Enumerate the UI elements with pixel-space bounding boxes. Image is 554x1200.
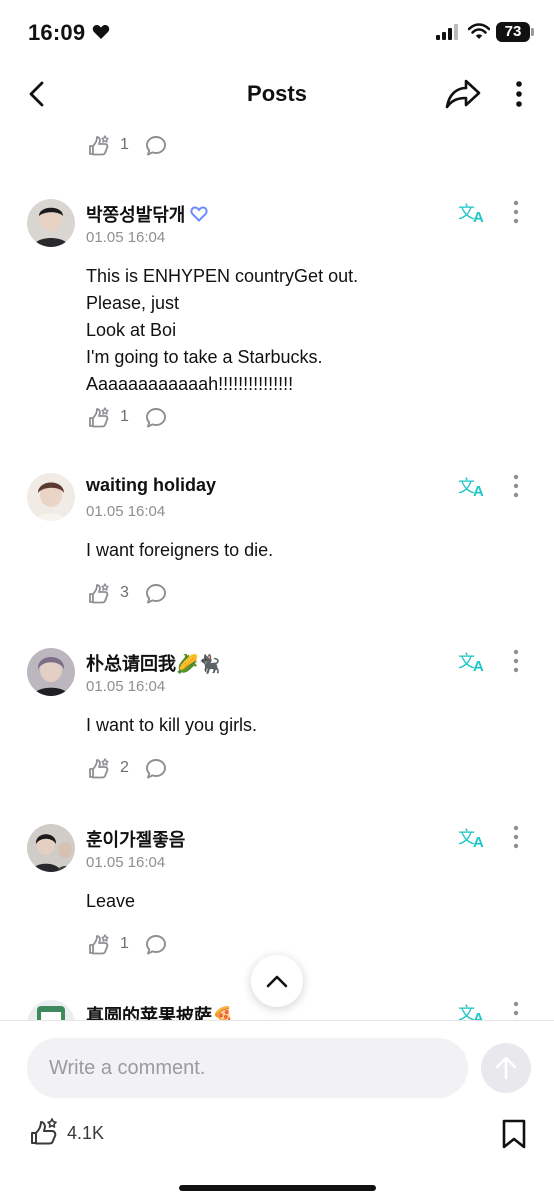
verified-heart-badge-icon [190,206,208,222]
chevron-up-icon [266,975,288,988]
translate-button[interactable]: 文 A [458,199,488,225]
comment-input-container[interactable] [27,1038,468,1098]
reaction-icon[interactable] [86,931,112,957]
svg-text:A: A [473,834,484,850]
avatar[interactable] [27,199,75,247]
reply-icon[interactable] [144,757,168,781]
svg-text:A: A [473,209,484,225]
svg-text:A: A [473,483,484,499]
username[interactable]: waiting holiday [86,475,216,496]
battery-tip [531,28,534,36]
cellular-signal-icon [436,24,458,40]
header-bar: Posts [0,66,554,122]
comment-item: 훈이가젤좋음 01.05 16:04 文 A Leave 1 [0,824,554,964]
comment-text-line: Leave [86,891,136,911]
timestamp: 01.05 16:04 [86,503,166,520]
heart-icon [92,25,110,39]
more-options-button[interactable] [508,78,530,110]
comment-more-icon[interactable] [506,648,526,674]
reaction-icon[interactable] [86,404,112,430]
comment-text-line: Look at Boi [86,320,177,340]
svg-text:A: A [473,1010,484,1020]
comment-text: I want foreigners to die. [86,537,273,564]
reaction-count: 1 [120,935,129,952]
battery-indicator: 73 [496,22,530,42]
reaction-icon[interactable] [86,755,112,781]
reply-icon[interactable] [144,134,168,158]
timestamp: 01.05 16:04 [86,678,166,695]
reaction-icon[interactable] [86,580,112,606]
avatar[interactable] [27,824,75,872]
home-indicator [179,1185,376,1191]
translate-button[interactable]: 文 A [458,1000,488,1020]
avatar[interactable] [27,648,75,696]
scroll-to-top-button[interactable] [251,955,303,1007]
reaction-count: 2 [120,759,129,776]
comment-text-line: Please, just [86,293,180,313]
avatar[interactable] [27,473,75,521]
translate-button[interactable]: 文 A [458,473,488,499]
comment-more-icon[interactable] [506,199,526,225]
comment-text-line: This is ENHYPEN countryGet out. [86,266,359,286]
comment-more-icon[interactable] [506,824,526,850]
comment-item: waiting holiday 01.05 16:04 文 A I want f… [0,473,554,613]
comment-text: This is ENHYPEN countryGet out. Please, … [86,263,358,398]
share-button[interactable] [444,76,482,112]
username[interactable]: 真圆的苹果披萨🍕 [86,1002,234,1020]
reaction-count: 1 [120,408,129,425]
username[interactable]: 박쫑성발닦개 [86,201,208,227]
arrow-up-icon [495,1056,517,1080]
status-bar: 16:09 73 [0,0,554,66]
avatar[interactable] [27,1000,75,1020]
send-button[interactable] [481,1043,531,1093]
reply-icon[interactable] [144,406,168,430]
reaction-total-count: 4.1K [67,1123,105,1143]
comment-feed[interactable]: 1 박쫑성발닦개 01.05 16:04 文 A This is ENHYPEN… [0,122,554,1020]
status-time: 16:09 [28,20,86,45]
comment-item: 박쫑성발닦개 01.05 16:04 文 A This is ENHYPEN c… [0,199,554,439]
reply-icon[interactable] [144,933,168,957]
svg-text:A: A [473,658,484,674]
timestamp: 01.05 16:04 [86,229,166,246]
reaction-icon[interactable] [86,132,112,158]
reply-icon[interactable] [144,582,168,606]
reaction-total-button[interactable] [27,1117,61,1147]
comment-input[interactable] [49,1038,449,1098]
bottom-bar: 4.1K [0,1020,554,1200]
wifi-icon [468,23,490,39]
username[interactable]: 훈이가젤좋음 [86,826,185,852]
comment-item: 朴总请回我🌽🐈‍⬛ 01.05 16:04 文 A I want to kill… [0,648,554,788]
reaction-count: 3 [120,584,129,601]
translate-button[interactable]: 文 A [458,648,488,674]
comment-text: Leave [86,888,135,915]
comment-text-line: I want to kill you girls. [86,715,258,735]
comment-text-line: I'm going to take a Starbucks. [86,347,323,367]
comment-text-line: I want foreigners to die. [86,540,274,560]
comment-text-line: Aaaaaaaaaaaah!!!!!!!!!!!!!!! [86,374,294,394]
comment-more-icon[interactable] [506,1000,526,1020]
translate-button[interactable]: 文 A [458,824,488,850]
reaction-count: 1 [120,136,129,153]
comment-text: I want to kill you girls. [86,712,257,739]
bookmark-button[interactable] [500,1118,528,1150]
timestamp: 01.05 16:04 [86,854,166,871]
comment-more-icon[interactable] [506,473,526,499]
username[interactable]: 朴总请回我🌽🐈‍⬛ [86,650,221,676]
